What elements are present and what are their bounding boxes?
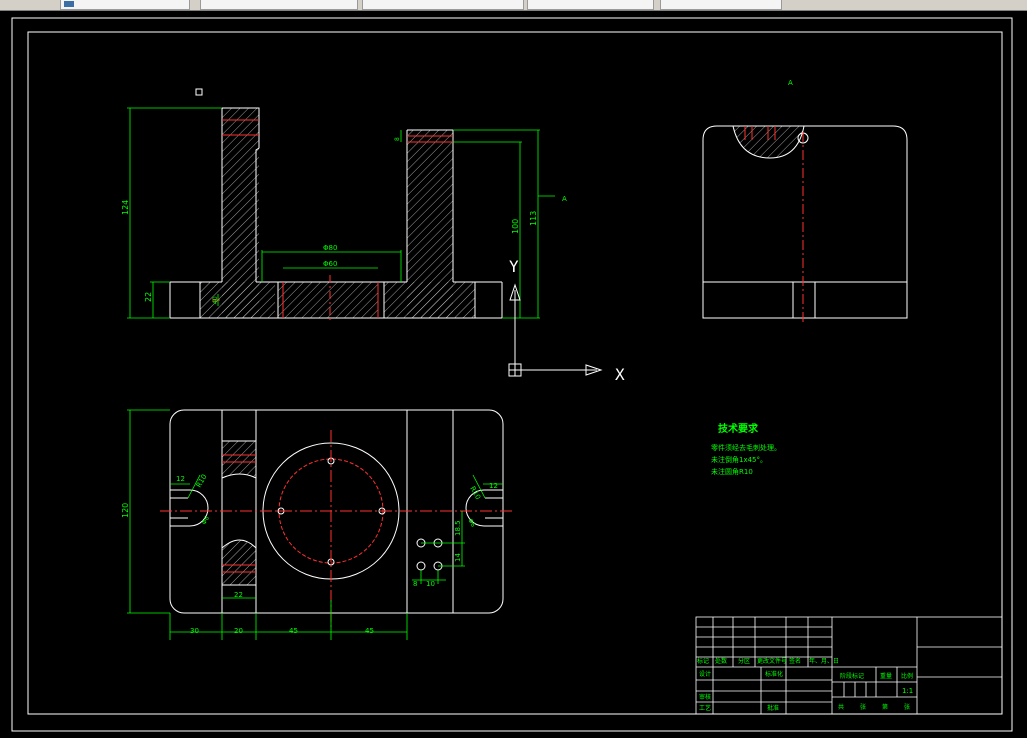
dim-22: 22 — [144, 292, 153, 302]
tb-count: 处数 — [715, 657, 727, 665]
dim-r10-left: R10 — [195, 473, 209, 489]
tb-sheet-no: 第 — [882, 703, 888, 711]
dim-12-right: 12 — [489, 482, 498, 490]
view-label-a: A — [788, 79, 793, 87]
dim-r10-right: R10 — [468, 485, 482, 501]
dim-124: 124 — [121, 200, 130, 215]
dim-45-left: 45 — [289, 627, 298, 635]
dim-phi60: Φ60 — [323, 260, 337, 268]
top-view[interactable]: 120 12 12 R10 R10 Φ6 Φ6 22 18.5 14 8 10 … — [121, 409, 512, 640]
cad-drawing: 124 22 40 Φ80 Φ60 8 100 113 A A Y X 120 … — [11, 17, 1013, 732]
document-tab-4[interactable] — [527, 0, 654, 10]
dim-20: 20 — [234, 627, 243, 635]
notes-line-1: 零件须经去毛刺处理。 — [711, 443, 781, 452]
sheet-border — [11, 17, 1013, 732]
dim-120: 120 — [121, 503, 130, 518]
tb-stage: 阶段标记 — [840, 672, 864, 680]
title-block — [695, 616, 1003, 715]
tb-approve: 批准 — [767, 704, 779, 712]
dim-12-left: 12 — [176, 475, 185, 483]
dim-22-top: 22 — [234, 591, 243, 599]
drawing-file-icon — [64, 1, 74, 7]
tb-date: 年、月、日 — [809, 657, 839, 665]
tb-mark: 标记 — [697, 657, 709, 665]
tb-doc: 更改文件号 — [757, 657, 787, 665]
notes-line-2: 未注倒角1x45°。 — [711, 455, 767, 464]
side-view[interactable]: A — [702, 79, 908, 325]
pick-box — [195, 88, 203, 96]
dim-40: 40 — [212, 296, 219, 304]
front-section-view[interactable]: 124 22 40 Φ80 Φ60 8 100 113 A — [121, 107, 567, 322]
tb-total: 共 — [838, 703, 844, 711]
ucs-x-label: X — [615, 365, 625, 384]
tb-weight: 重量 — [880, 672, 892, 680]
dim-8-holes: 8 — [413, 580, 417, 588]
document-tab-strip — [0, 0, 1027, 11]
technical-requirements: 技术要求 零件须经去毛刺处理。 未注倒角1x45°。 未注圆角R10 — [711, 422, 781, 476]
tb-sheets-1: 张 — [860, 703, 866, 711]
tb-review: 审核 — [699, 693, 711, 701]
notes-line-3: 未注圆角R10 — [711, 467, 753, 476]
dim-phi80: Φ80 — [323, 244, 337, 252]
tb-design: 设计 — [699, 670, 711, 678]
tb-scale-value: 1:1 — [902, 687, 913, 695]
document-tab-3[interactable] — [362, 0, 524, 10]
dim-phi6-right: Φ6 — [466, 518, 476, 529]
dim-phi6-left: Φ6 — [201, 515, 211, 526]
dim-18-5: 18.5 — [454, 520, 462, 536]
dim-113: 113 — [529, 211, 538, 226]
tb-sign: 签名 — [789, 657, 801, 665]
ucs-icon: Y X — [508, 257, 625, 384]
dim-14: 14 — [454, 553, 462, 562]
tb-standard: 标准化 — [765, 670, 783, 678]
title-block-text: 标记 处数 分区 更改文件号 签名 年、月、日 设计 标准化 阶段标记 重量 比… — [697, 657, 913, 712]
notes-title: 技术要求 — [718, 422, 759, 435]
dim-10-holes: 10 — [426, 580, 435, 588]
dim-100: 100 — [511, 219, 520, 234]
dim-8: 8 — [394, 137, 401, 141]
tb-scale-label: 比例 — [901, 672, 913, 680]
tb-sheets-2: 张 — [904, 703, 910, 711]
ucs-y-label: Y — [509, 257, 519, 276]
dim-30: 30 — [190, 627, 199, 635]
document-tab-1[interactable] — [60, 0, 190, 10]
tb-craft: 工艺 — [699, 704, 711, 712]
tb-zone: 分区 — [738, 657, 750, 665]
dim-45-right: 45 — [365, 627, 374, 635]
document-tab-5[interactable] — [660, 0, 782, 10]
document-tab-2[interactable] — [200, 0, 358, 10]
section-label-a: A — [562, 195, 567, 203]
drawing-canvas[interactable]: 124 22 40 Φ80 Φ60 8 100 113 A A Y X 120 … — [0, 11, 1027, 738]
